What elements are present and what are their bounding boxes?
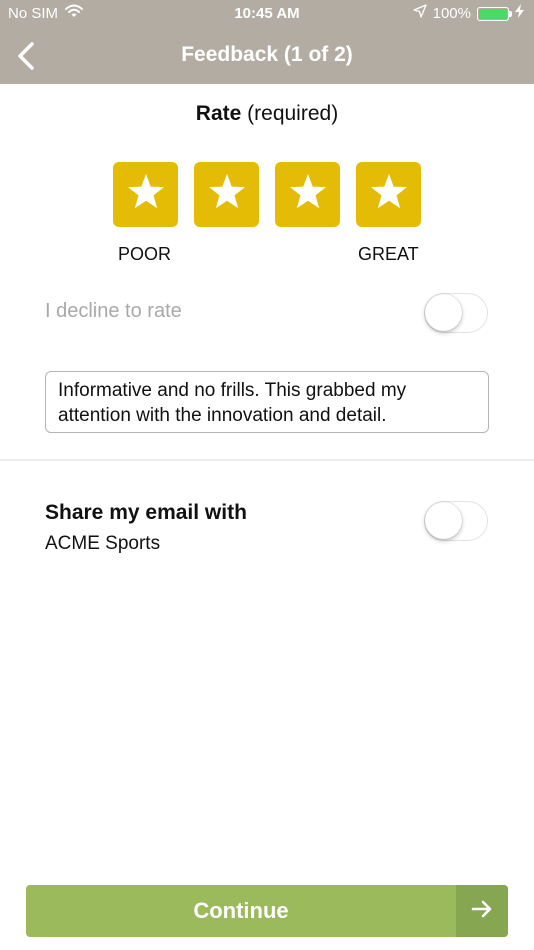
section-divider (0, 459, 534, 461)
rate-required-note: (required) (247, 102, 339, 125)
decline-label: I decline to rate (45, 300, 182, 322)
status-bar: No SIM 10:45 AM 100% (0, 0, 534, 28)
feedback-screen: No SIM 10:45 AM 100% Feedback (1 of 2) R… (0, 0, 534, 950)
continue-arrow (456, 885, 508, 937)
scale-low-label: POOR (118, 244, 172, 264)
battery-percent: 100% (432, 5, 471, 22)
scale-high-label: GREAT (358, 244, 419, 264)
decline-toggle[interactable] (424, 293, 488, 333)
star-icon (369, 172, 409, 217)
location-arrow-icon (412, 0, 427, 28)
arrow-right-icon (470, 897, 494, 926)
star-button-4[interactable] (356, 162, 421, 227)
star-button-3[interactable] (275, 162, 340, 227)
toggle-knob (425, 294, 462, 331)
star-icon (126, 172, 166, 217)
star-icon (288, 172, 328, 217)
top-bar: No SIM 10:45 AM 100% Feedback (1 of 2) (0, 0, 534, 84)
share-email-title: Share my email with (45, 501, 247, 524)
share-email-toggle[interactable] (424, 501, 488, 541)
continue-button[interactable]: Continue (26, 885, 508, 937)
share-email-organization: ACME Sports (45, 533, 161, 554)
page-title: Feedback (1 of 2) (181, 43, 353, 66)
star-button-1[interactable] (113, 162, 178, 227)
battery-level-fill (479, 9, 507, 19)
nav-bar: Feedback (1 of 2) (0, 28, 534, 84)
charging-bolt-icon (515, 0, 524, 28)
star-rating (113, 162, 421, 227)
star-button-2[interactable] (194, 162, 259, 227)
status-right: 100% (412, 0, 524, 28)
star-icon (207, 172, 247, 217)
toggle-knob (425, 502, 462, 539)
comment-input[interactable]: Informative and no frills. This grabbed … (45, 371, 489, 433)
continue-label: Continue (193, 898, 289, 923)
battery-tip (509, 11, 512, 17)
rate-title: Rate (195, 102, 242, 125)
battery-icon (477, 7, 512, 21)
rate-heading: Rate (required) (0, 102, 534, 126)
